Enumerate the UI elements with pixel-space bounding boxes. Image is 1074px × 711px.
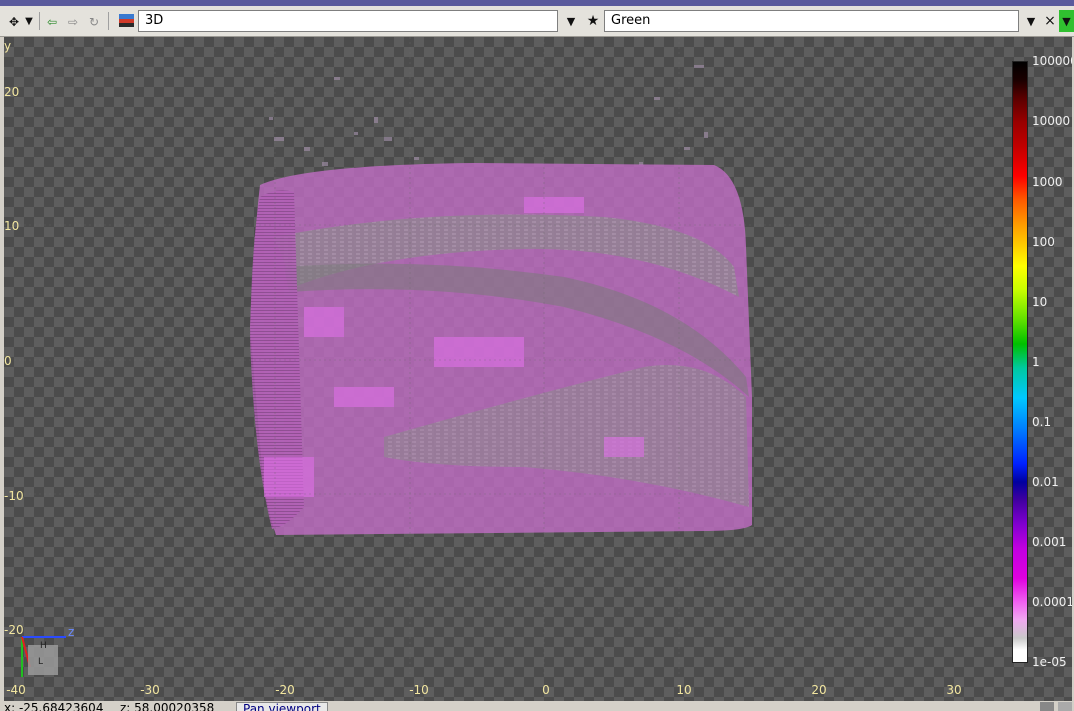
refresh-icon[interactable]: ↻ xyxy=(84,10,104,34)
x-tick-label: -20 xyxy=(275,683,295,697)
colorbar-label: 1e-05 xyxy=(1032,655,1067,669)
tool-dropdown-arrow-icon[interactable]: ▼ xyxy=(22,10,36,32)
orientation-box-label-l: L xyxy=(38,657,44,667)
back-icon[interactable]: ⇦ xyxy=(42,10,62,34)
status-coord-z: z: 58.00020358 xyxy=(120,701,215,711)
colorbar xyxy=(1012,61,1028,663)
colorbar-label: 1 xyxy=(1032,355,1040,369)
x-tick-label: 30 xyxy=(946,683,962,697)
y-tick-label: 10 xyxy=(4,219,20,233)
forward-icon[interactable]: ⇨ xyxy=(63,10,83,34)
y-tick-label: -10 xyxy=(4,489,24,503)
colorbar-label: 100000 xyxy=(1032,54,1072,68)
colorbar-label: 1000 xyxy=(1032,175,1063,189)
colormap-select[interactable]: Green xyxy=(604,10,1019,32)
noise-specks xyxy=(269,65,708,166)
colorbar-label: 0.001 xyxy=(1032,535,1067,549)
volume-render xyxy=(4,37,1004,677)
dimension-select[interactable]: 3D xyxy=(138,10,558,32)
viewport-3d[interactable]: y z H L -40 -30 -20 -10 0 10 20 30 20 10… xyxy=(4,37,1072,701)
colorbar-label: 100 xyxy=(1032,235,1055,249)
close-icon[interactable]: × xyxy=(1043,10,1057,32)
status-coord-x: x: -25.68423604 xyxy=(4,701,104,711)
y-tick-label: 20 xyxy=(4,85,20,99)
x-tick-label: -10 xyxy=(409,683,429,697)
colormap-dropdown-arrow-icon[interactable]: ▼ xyxy=(1022,10,1040,32)
layers-icon[interactable] xyxy=(116,10,138,32)
x-tick-label: 0 xyxy=(542,683,550,697)
colorbar-label: 0.01 xyxy=(1032,475,1059,489)
dimension-dropdown-arrow-icon[interactable]: ▼ xyxy=(562,10,580,32)
move-tool-icon[interactable]: ✥ xyxy=(4,10,24,34)
x-tick-label: 20 xyxy=(811,683,827,697)
x-tick-label: -30 xyxy=(140,683,160,697)
status-bar: x: -25.68423604 z: 58.00020358 Pan viewp… xyxy=(0,701,1074,711)
orientation-box-label-h: H xyxy=(40,641,47,651)
colorbar-label: 10000 xyxy=(1032,114,1071,128)
status-grip-icon[interactable] xyxy=(1040,702,1054,711)
x-tick-label: -40 xyxy=(6,683,26,697)
corner-axis-label: y xyxy=(4,39,12,53)
toolbar-separator xyxy=(39,12,40,30)
y-tick-label: 0 xyxy=(4,354,12,368)
colorbar-label: 0.0001 xyxy=(1032,595,1072,609)
toolbar-separator xyxy=(108,12,109,30)
toolbar: ✥ ▼ ⇦ ⇨ ↻ 3D ▼ ★ Green ▼ × ▼ xyxy=(0,6,1074,37)
x-tick-label: 10 xyxy=(676,683,692,697)
favorite-star-icon[interactable]: ★ xyxy=(584,10,602,32)
layers-icon-graphic xyxy=(119,14,134,27)
status-message: Pan viewport xyxy=(236,702,328,711)
orientation-z-label: z xyxy=(68,625,75,639)
filter-active-icon[interactable]: ▼ xyxy=(1059,10,1074,32)
colorbar-label: 10 xyxy=(1032,295,1048,309)
status-settings-icon[interactable] xyxy=(1058,702,1072,711)
colorbar-label: 0.1 xyxy=(1032,415,1052,429)
y-tick-label: -20 xyxy=(4,623,24,637)
